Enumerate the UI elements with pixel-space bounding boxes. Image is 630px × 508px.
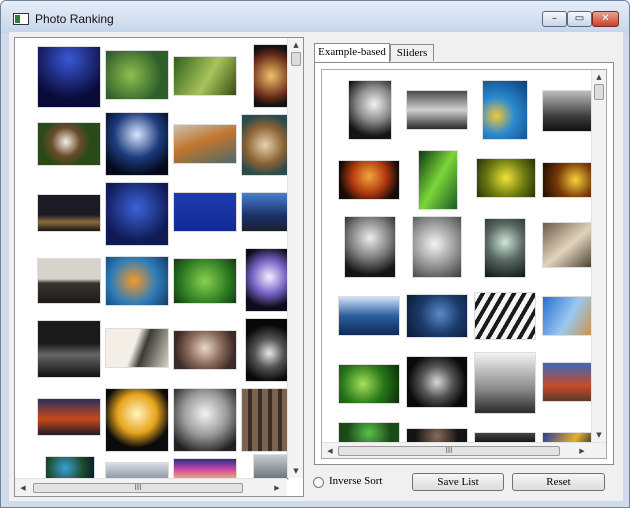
library-photo-thumbnail-dragonfly[interactable]: [105, 50, 169, 100]
scroll-thumb[interactable]: [291, 52, 301, 66]
library-photo-thumbnail-golden-gate-bridge[interactable]: [37, 398, 101, 436]
library-photo-thumbnail-sunset-sky[interactable]: [173, 458, 237, 480]
library-photo-thumbnail-cyclist-silhouette[interactable]: [105, 182, 169, 246]
ranked-photo-thumbnail-blue-sky-dish[interactable]: [406, 294, 468, 338]
library-photo-thumbnail-ferris-wheel[interactable]: [253, 44, 289, 108]
library-photo-thumbnail-city-lights[interactable]: [37, 320, 101, 378]
ranked-photo-thumbnail-bw-woman-portrait[interactable]: [344, 216, 396, 278]
client-area: ▲ ▼ ◀ III ▶ Example-based Sliders ▲ ▼ ◀ …: [9, 32, 623, 501]
scroll-right-arrow[interactable]: ▶: [271, 483, 283, 493]
ranked-photo-thumbnail-bw-hand-shadow[interactable]: [348, 80, 392, 140]
library-photo-thumbnail-castle-silhouette[interactable]: [37, 258, 101, 304]
ranked-photo-thumbnail-blue-sphere-pattern[interactable]: [338, 296, 400, 336]
library-photo-thumbnail-capitol-night[interactable]: [105, 112, 169, 176]
right-vertical-scrollbar[interactable]: ▲ ▼: [591, 70, 606, 442]
ranked-photo-thumbnail-bw-hills[interactable]: [542, 90, 598, 132]
ranked-photo-thumbnail-green-lizard[interactable]: [338, 364, 400, 404]
ranked-photo-thumbnail-blue-stripes[interactable]: [542, 296, 598, 336]
scroll-left-arrow[interactable]: ◀: [17, 483, 29, 493]
library-photo-thumbnail-stone-sculpture[interactable]: [253, 454, 289, 480]
scroll-down-arrow[interactable]: ▼: [290, 466, 302, 476]
scroll-right-arrow[interactable]: ▶: [576, 446, 588, 456]
inverse-sort-label[interactable]: Inverse Sort: [329, 475, 382, 487]
scroll-up-arrow[interactable]: ▲: [290, 40, 302, 50]
library-photo-thumbnail-goldfish[interactable]: [105, 256, 169, 306]
ranked-photo-thumbnail-bw-pier-water[interactable]: [406, 90, 468, 130]
scroll-down-arrow[interactable]: ▼: [593, 430, 605, 440]
library-photo-thumbnail-building-facade[interactable]: [241, 388, 289, 452]
library-photo-thumbnail-clock[interactable]: [241, 114, 289, 176]
library-photo-thumbnail-wheat-grass[interactable]: [173, 56, 237, 96]
window-title: Photo Ranking: [35, 12, 114, 26]
left-horizontal-scrollbar[interactable]: ◀ III ▶: [15, 478, 287, 496]
ranked-photo-thumbnail-green-bubbles[interactable]: [338, 422, 400, 444]
ranked-photo-thumbnail-bw-fog-bridge[interactable]: [474, 352, 536, 414]
scroll-left-arrow[interactable]: ◀: [324, 446, 336, 456]
scroll-thumb[interactable]: III: [338, 446, 560, 456]
ranked-photo-thumbnail-hands-stones[interactable]: [542, 222, 598, 268]
scroll-thumb[interactable]: [594, 84, 604, 100]
app-icon: [13, 13, 29, 25]
library-photo-thumbnail-green-leaves[interactable]: [173, 258, 237, 304]
ranked-photo-thumbnail-bw-children-faces[interactable]: [412, 216, 462, 278]
ranked-photo-thumbnail-red-barn-sky[interactable]: [542, 362, 598, 402]
ranked-photo-thumbnail-bw-curves[interactable]: [474, 292, 536, 340]
minimize-button[interactable]: –: [542, 11, 567, 27]
library-photo-thumbnail-flower-glass[interactable]: [105, 388, 169, 452]
ranked-photo-panel: ▲ ▼ ◀ III ▶: [321, 69, 607, 459]
title-bar[interactable]: Photo Ranking – ▭ ✕: [1, 1, 629, 33]
tab-sliders[interactable]: Sliders: [390, 44, 434, 61]
right-horizontal-scrollbar[interactable]: ◀ III ▶: [322, 442, 606, 458]
library-photo-thumbnail-city-bay-night[interactable]: [241, 192, 289, 232]
maximize-button[interactable]: ▭: [567, 11, 592, 27]
reset-button[interactable]: Reset: [512, 473, 605, 491]
photo-list-panel: ▲ ▼ ◀ III ▶: [14, 37, 304, 497]
ranked-photo-thumbnail-bw-doorway-figure[interactable]: [484, 218, 526, 278]
left-vertical-scrollbar[interactable]: ▲ ▼: [287, 38, 303, 478]
library-photo-thumbnail-earth-satellite[interactable]: [45, 456, 95, 480]
save-list-button[interactable]: Save List: [412, 473, 504, 491]
ranked-photo-thumbnail-yellow-fire-lights[interactable]: [542, 162, 598, 198]
inverse-sort-radio[interactable]: [313, 477, 324, 488]
library-photo-thumbnail-old-woman[interactable]: [173, 330, 237, 370]
library-photo-thumbnail-tiger-water[interactable]: [173, 124, 237, 164]
library-photo-thumbnail-sky-writing[interactable]: [173, 192, 237, 232]
library-photo-thumbnail-white-flower[interactable]: [245, 248, 289, 312]
ranked-photo-thumbnail-bw-hand-closeup[interactable]: [406, 356, 468, 408]
scroll-up-arrow[interactable]: ▲: [593, 72, 605, 82]
tab-panel: ▲ ▼ ◀ III ▶: [314, 62, 614, 465]
library-photo-thumbnail-eagle[interactable]: [37, 122, 101, 166]
library-photo-thumbnail-pendulum-clock[interactable]: [105, 328, 169, 368]
library-photo-thumbnail-city-night-water[interactable]: [37, 46, 101, 108]
tab-example-based[interactable]: Example-based: [314, 43, 390, 62]
ranked-photo-thumbnail-blue-yellow-fish[interactable]: [482, 80, 528, 140]
ranked-photo-thumbnail-man-silhouette-sunset[interactable]: [338, 160, 400, 200]
ranked-photo-thumbnail-yellow-flower-blur[interactable]: [476, 158, 536, 198]
close-button[interactable]: ✕: [592, 11, 619, 27]
app-window: Photo Ranking – ▭ ✕ ▲ ▼ ◀ III ▶ Example-…: [0, 0, 630, 508]
library-photo-thumbnail-astronaut[interactable]: [173, 388, 237, 452]
library-photo-thumbnail-city-skyline-dusk[interactable]: [37, 194, 101, 232]
scroll-thumb[interactable]: III: [33, 483, 243, 493]
library-photo-thumbnail-dark-flower[interactable]: [245, 318, 289, 382]
ranked-photo-thumbnail-green-abstract[interactable]: [418, 150, 458, 210]
